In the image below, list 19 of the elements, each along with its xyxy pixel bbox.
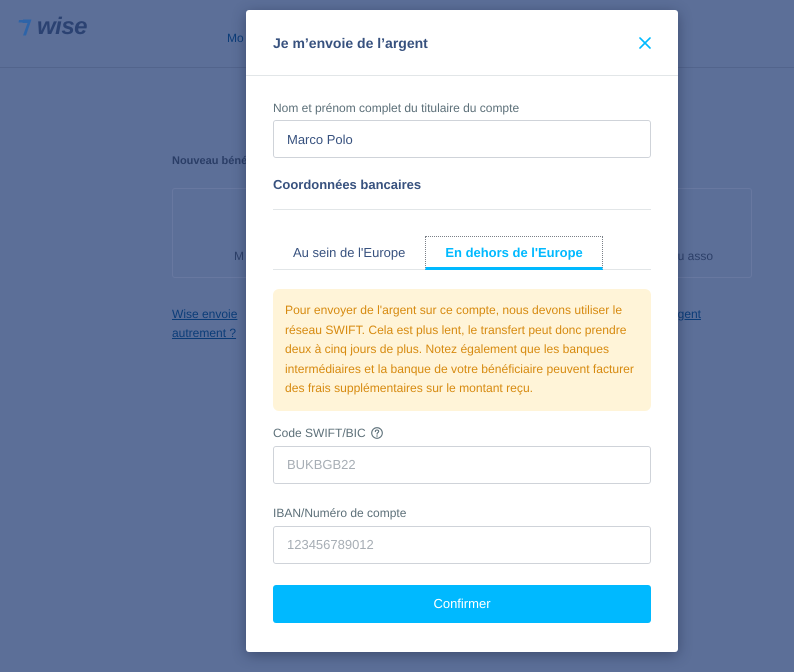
dialog-title: Je m’envoie de l’argent xyxy=(273,34,428,50)
field-label: IBAN/Numéro de compte xyxy=(273,506,406,520)
tab[interactable]: Au sein de l'Europe xyxy=(273,236,426,270)
field-label: Nom et prénom complet du titulaire du compte xyxy=(273,101,520,115)
section-heading: Coordonnées bancaires xyxy=(273,177,422,193)
logo-icon xyxy=(18,18,32,36)
text-link[interactable]: gent xyxy=(678,305,701,324)
tab[interactable]: En dehors de l'Europe xyxy=(425,236,603,270)
text-link[interactable]: autrement ? xyxy=(172,324,236,343)
close-button[interactable] xyxy=(639,36,651,48)
input-field[interactable]: BUKBGB22 xyxy=(273,446,651,484)
close-icon xyxy=(639,36,651,48)
text-link[interactable]: Wise envoie xyxy=(172,305,238,324)
nav-link[interactable]: Mo xyxy=(227,31,244,45)
warning-message: Pour envoyer de l'argent sur ce compte, nous devons utiliser le réseau SWIFT. Cela est plus lent, le transfert peut donc prendre deux à cinq jours de plus. Notez également que les banques intermédiaires et la banque de votre bénéficiaire peuvent facturer des frais supplémentaires sur le montant reçu. xyxy=(273,289,651,410)
input-field[interactable]: 123456789012 xyxy=(273,526,651,564)
confirm-button[interactable]: Confirmer xyxy=(273,584,651,622)
field-label: Code SWIFT/BIC xyxy=(273,426,366,440)
name-input[interactable]: Marco Polo xyxy=(273,120,651,158)
